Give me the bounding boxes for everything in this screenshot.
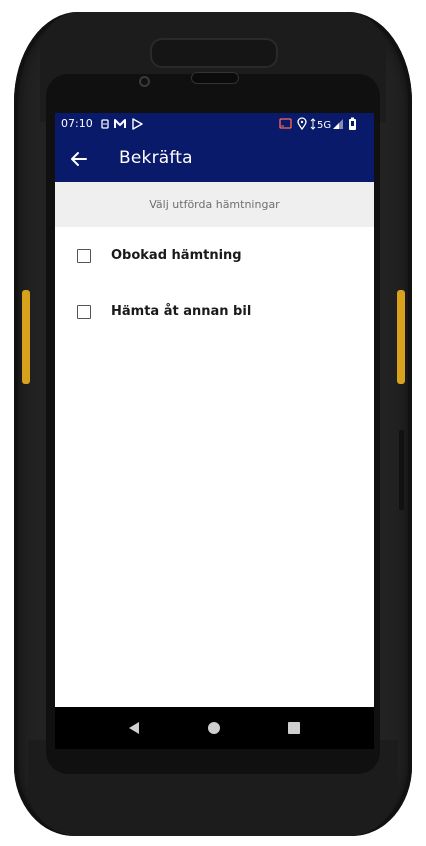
status-icons-right: 5G	[278, 113, 368, 135]
scan-key-right	[397, 290, 405, 384]
network-type: 5G	[317, 120, 331, 131]
section-header: Välj utförda hämtningar	[55, 182, 374, 227]
battery-icon	[349, 117, 356, 130]
option-unbooked-pickup[interactable]: Obokad hämtning	[55, 233, 374, 281]
status-time: 07:10	[61, 117, 93, 130]
status-bar: 07:10 5G	[55, 113, 374, 135]
back-button[interactable]	[65, 145, 93, 173]
back-triangle-icon[interactable]	[128, 721, 140, 735]
arrow-left-icon	[71, 152, 87, 166]
option-label: Hämta åt annan bil	[111, 304, 252, 319]
app-bar: Bekräfta	[55, 135, 374, 182]
page-title: Bekräfta	[119, 148, 193, 168]
system-nav-bar	[55, 707, 374, 749]
scan-key-left	[22, 290, 30, 384]
status-icons-left	[101, 118, 143, 130]
sim-icon	[101, 119, 109, 129]
location-icon	[297, 117, 307, 131]
volume-key	[399, 430, 404, 510]
checkbox[interactable]	[77, 249, 91, 263]
cast-icon	[279, 118, 292, 129]
checkbox[interactable]	[77, 305, 91, 319]
front-camera	[139, 76, 150, 87]
option-pickup-for-other-vehicle[interactable]: Hämta åt annan bil	[55, 289, 374, 337]
earpiece-speaker	[191, 72, 239, 84]
gmail-icon	[114, 119, 126, 128]
device-receiver	[150, 38, 278, 68]
signal-icon	[333, 119, 343, 129]
home-circle-icon[interactable]	[208, 722, 220, 734]
recents-square-icon[interactable]	[288, 722, 300, 734]
play-store-icon	[132, 118, 143, 130]
data-arrows-icon	[310, 118, 316, 130]
option-label: Obokad hämtning	[111, 248, 242, 263]
phone-screen: 07:10 5G Bekräfta Välj utförda hämtninga…	[55, 113, 374, 749]
